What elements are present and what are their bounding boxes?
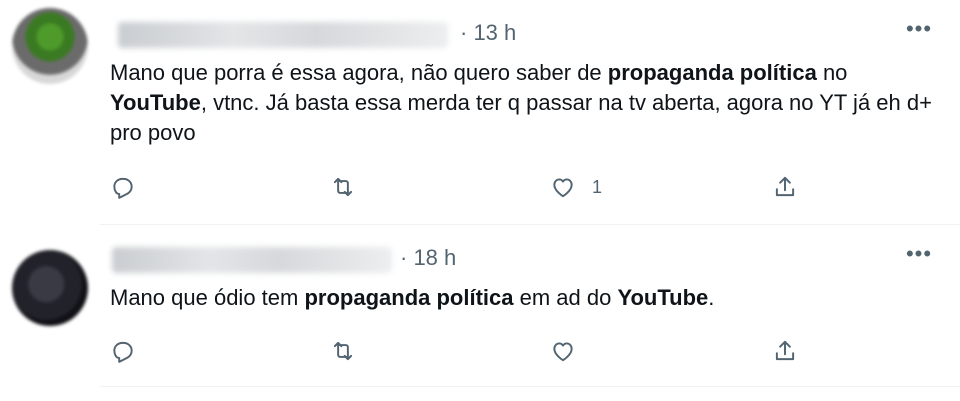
- tweet-actions: [0, 336, 960, 366]
- like-button[interactable]: [550, 336, 592, 366]
- retweet-button[interactable]: [330, 172, 356, 202]
- tweet-text-bold: YouTube: [110, 90, 201, 115]
- more-options-button[interactable]: •••: [904, 18, 934, 42]
- tweet-text-part: no: [816, 60, 848, 85]
- tweet-text: Mano que porra é essa agora, não quero s…: [110, 58, 940, 148]
- share-icon: [775, 176, 795, 197]
- heart-icon: [553, 342, 573, 362]
- reply-icon: [113, 341, 133, 363]
- tweet-text-part: em ad do: [513, 285, 618, 310]
- tweet-text-part: Mano que ódio tem: [110, 285, 305, 310]
- like-count: 1: [592, 176, 603, 197]
- tweet-text-part: Mano que porra é essa agora, não quero s…: [110, 60, 608, 85]
- avatar[interactable]: [12, 250, 88, 326]
- tweet[interactable]: · 13 h ••• Mano que porra é essa agora, …: [0, 0, 960, 225]
- avatar[interactable]: [12, 8, 88, 84]
- tweet-text-bold: YouTube: [617, 285, 709, 310]
- retweet-icon: [333, 177, 353, 197]
- like-button[interactable]: 1: [550, 172, 602, 202]
- retweet-button[interactable]: [330, 336, 356, 366]
- tweet-text-part: , vtnc. Já basta essa merda ter q passar…: [110, 90, 932, 145]
- tweet-text-bold: propaganda política: [304, 285, 514, 310]
- blurred-username[interactable]: [112, 247, 392, 273]
- share-button[interactable]: [772, 336, 798, 366]
- share-icon: [775, 340, 795, 361]
- tweet[interactable]: · 18 h ••• Mano que ódio tem propaganda …: [0, 225, 960, 387]
- heart-icon: [553, 178, 573, 198]
- tweet-text: Mano que ódio tem propaganda política em…: [110, 283, 940, 313]
- tweet-timestamp[interactable]: · 18 h: [400, 245, 456, 271]
- tweet-timestamp[interactable]: · 13 h: [460, 20, 516, 46]
- reply-button[interactable]: [110, 172, 136, 202]
- tweet-actions: 1: [0, 172, 960, 202]
- blurred-username[interactable]: [118, 22, 448, 48]
- more-options-button[interactable]: •••: [904, 243, 934, 267]
- tweet-text-part: .: [708, 285, 715, 310]
- share-button[interactable]: [772, 172, 798, 202]
- retweet-icon: [333, 341, 353, 361]
- reply-button[interactable]: [110, 336, 136, 366]
- tweet-text-bold: propaganda política: [607, 60, 817, 85]
- reply-icon: [113, 177, 133, 199]
